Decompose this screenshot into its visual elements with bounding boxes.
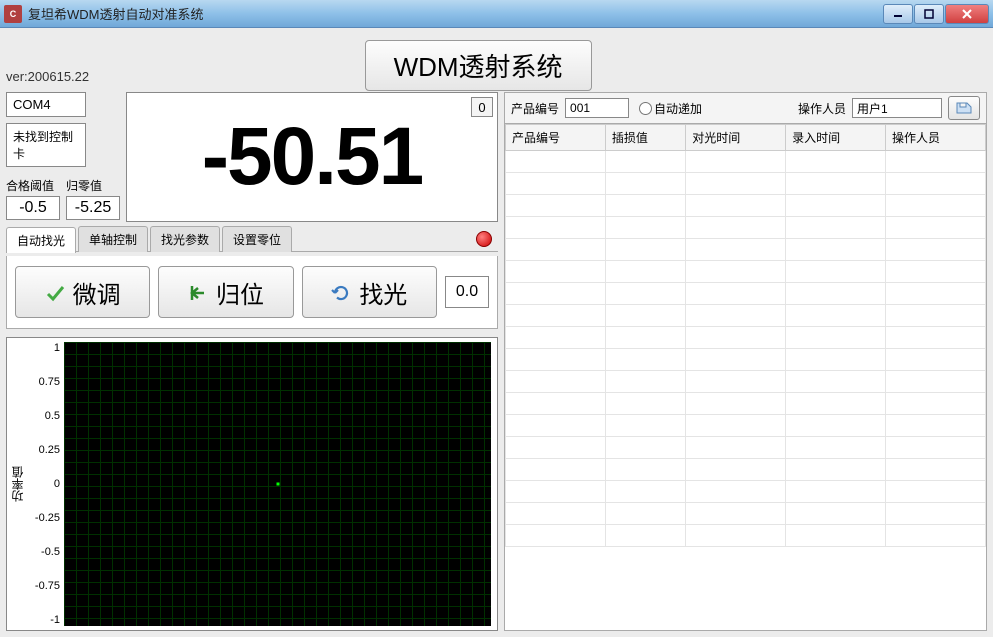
table-row[interactable] <box>506 151 986 173</box>
fine-tune-label: 微调 <box>73 275 121 310</box>
table-row[interactable] <box>506 261 986 283</box>
maximize-button[interactable] <box>914 4 944 24</box>
display-zero-button[interactable]: 0 <box>471 97 493 117</box>
table-row[interactable] <box>506 239 986 261</box>
refresh-icon <box>331 282 351 302</box>
table-row[interactable] <box>506 481 986 503</box>
operator-input[interactable] <box>852 98 942 118</box>
save-record-button[interactable] <box>948 96 980 120</box>
table-row[interactable] <box>506 349 986 371</box>
home-label: 归位 <box>216 275 264 310</box>
col-align-time[interactable]: 对光时间 <box>686 125 786 151</box>
table-row[interactable] <box>506 503 986 525</box>
tab-single-axis[interactable]: 单轴控制 <box>78 226 148 252</box>
auto-increment-label: 自动递加 <box>654 100 702 117</box>
table-row[interactable] <box>506 437 986 459</box>
power-display: 0 -50.51 <box>126 92 498 222</box>
find-light-button[interactable]: 找光 <box>302 266 437 318</box>
app-icon: C <box>4 5 22 23</box>
records-table: 产品编号 插损值 对光时间 录入时间 操作人员 <box>505 124 986 547</box>
table-row[interactable] <box>506 459 986 481</box>
table-row[interactable] <box>506 195 986 217</box>
table-row[interactable] <box>506 327 986 349</box>
chart-data-point <box>276 483 279 486</box>
com-port-button[interactable]: COM4 <box>6 92 86 117</box>
status-indicator-icon <box>476 231 492 247</box>
tab-set-zero[interactable]: 设置零位 <box>222 226 292 252</box>
chart-plot-area[interactable] <box>64 342 491 626</box>
operator-label: 操作人员 <box>798 100 846 117</box>
tab-bar: 自动找光 单轴控制 找光参数 设置零位 <box>6 226 498 252</box>
check-icon <box>45 282 65 302</box>
table-row[interactable] <box>506 525 986 547</box>
main-title-button[interactable]: WDM透射系统 <box>365 40 592 91</box>
window-title: 复坦希WDM透射自动对准系统 <box>28 4 882 23</box>
version-label: ver:200615.22 <box>6 69 89 84</box>
table-row[interactable] <box>506 217 986 239</box>
col-product-id[interactable]: 产品编号 <box>506 125 606 151</box>
chart-y-ticks: 1 0.75 0.5 0.25 0 -0.25 -0.5 -0.75 -1 <box>28 338 64 630</box>
home-button[interactable]: 归位 <box>158 266 293 318</box>
table-row[interactable] <box>506 393 986 415</box>
col-insertion-loss[interactable]: 插损值 <box>605 125 685 151</box>
auto-increment-radio[interactable] <box>639 102 652 115</box>
controller-card-status[interactable]: 未找到控制卡 <box>6 123 86 167</box>
close-button[interactable] <box>945 4 989 24</box>
home-arrow-icon <box>188 282 208 302</box>
tab-find-params[interactable]: 找光参数 <box>150 226 220 252</box>
product-header-bar: 产品编号 自动递加 操作人员 <box>504 92 987 124</box>
chart-y-axis-label: 功率值 <box>7 338 28 630</box>
product-id-label: 产品编号 <box>511 100 559 117</box>
table-row[interactable] <box>506 173 986 195</box>
action-panel: 微调 归位 找光 0.0 <box>6 256 498 329</box>
power-value: -50.51 <box>202 110 423 204</box>
minimize-button[interactable] <box>883 4 913 24</box>
threshold-input[interactable] <box>6 196 60 220</box>
window-titlebar: C 复坦希WDM透射自动对准系统 <box>0 0 993 28</box>
tab-auto-find-light[interactable]: 自动找光 <box>6 227 76 253</box>
table-row[interactable] <box>506 305 986 327</box>
threshold-label: 合格阈值 <box>6 177 60 194</box>
zero-label: 归零值 <box>66 177 120 194</box>
product-id-input[interactable] <box>565 98 629 118</box>
disk-icon <box>955 99 973 118</box>
zero-value-input[interactable] <box>66 196 120 220</box>
table-row[interactable] <box>506 415 986 437</box>
records-table-wrap[interactable]: 产品编号 插损值 对光时间 录入时间 操作人员 <box>504 124 987 631</box>
power-chart: 功率值 1 0.75 0.5 0.25 0 -0.25 -0.5 -0.75 -… <box>6 337 498 631</box>
table-row[interactable] <box>506 283 986 305</box>
col-operator[interactable]: 操作人员 <box>886 125 986 151</box>
col-entry-time[interactable]: 录入时间 <box>786 125 886 151</box>
table-row[interactable] <box>506 371 986 393</box>
fine-tune-button[interactable]: 微调 <box>15 266 150 318</box>
find-light-label: 找光 <box>359 275 407 310</box>
find-light-value: 0.0 <box>445 276 489 308</box>
